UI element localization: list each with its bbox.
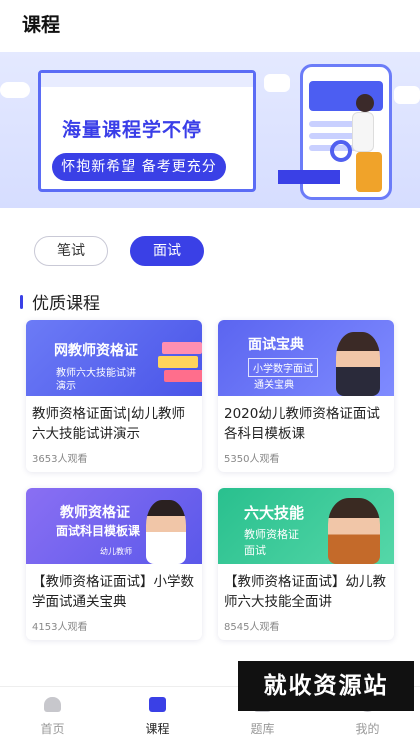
course-title: 教师资格证面试|幼儿教师六大技能试讲演示 (32, 406, 186, 442)
watermark: 就收资源站 (238, 661, 414, 711)
promo-banner[interactable]: 海量课程学不停 怀抱新希望 备考更充分 (0, 52, 420, 208)
top-bar: 课程 (0, 0, 420, 48)
course-card[interactable]: 六大技能 教师资格证 面试 【教师资格证面试】幼儿教师六大技能全面讲 8545人… (218, 488, 394, 640)
view-count: 8545人观看 (224, 622, 280, 633)
page-title: 课程 (22, 14, 61, 36)
course-title: 【教师资格证面试】小学数学面试通关宝典 (32, 574, 194, 610)
course-card[interactable]: 教师资格证 面试科目模板课 幼儿教师 【教师资格证面试】小学数学面试通关宝典 4… (26, 488, 202, 640)
course-thumbnail: 网教师资格证 教师六大技能试讲 演示 (26, 320, 202, 396)
section-title: 优质课程 (32, 294, 100, 314)
nav-home[interactable]: 首页 (0, 687, 105, 746)
books-icon (162, 342, 202, 354)
banner-headline: 海量课程学不停 (62, 119, 203, 141)
home-icon (44, 697, 61, 712)
section-accent-bar (20, 295, 23, 309)
view-count: 3653人观看 (32, 454, 88, 465)
teacher-photo (336, 332, 380, 396)
course-title: 【教师资格证面试】幼儿教师六大技能全面讲 (224, 574, 386, 610)
view-count: 4153人观看 (32, 622, 88, 633)
course-thumbnail: 教师资格证 面试科目模板课 幼儿教师 (26, 488, 202, 564)
arrow-decoration (278, 170, 340, 184)
cloud-decoration (0, 82, 30, 98)
course-card[interactable]: 网教师资格证 教师六大技能试讲 演示 教师资格证面试|幼儿教师六大技能试讲演示 … (26, 320, 202, 472)
tab-interview[interactable]: 面试 (130, 236, 204, 266)
chat-bubble-icon (394, 86, 420, 104)
tab-written[interactable]: 笔试 (34, 236, 108, 266)
course-thumbnail: 面试宝典 小学数字面试 通关宝典 (218, 320, 394, 396)
banner-subline: 怀抱新希望 备考更充分 (52, 153, 226, 181)
person-illustration (356, 94, 374, 112)
nav-course[interactable]: 课程 (105, 687, 210, 746)
teacher-photo (146, 500, 186, 564)
chat-bubble-icon (264, 74, 290, 92)
course-thumbnail: 六大技能 教师资格证 面试 (218, 488, 394, 564)
course-title: 2020幼儿教师资格证面试各科目模板课 (224, 406, 380, 442)
magnifier-icon (330, 140, 352, 162)
teacher-photo (328, 498, 380, 564)
view-count: 5350人观看 (224, 454, 280, 465)
course-icon (149, 697, 166, 712)
course-card[interactable]: 面试宝典 小学数字面试 通关宝典 2020幼儿教师资格证面试各科目模板课 535… (218, 320, 394, 472)
